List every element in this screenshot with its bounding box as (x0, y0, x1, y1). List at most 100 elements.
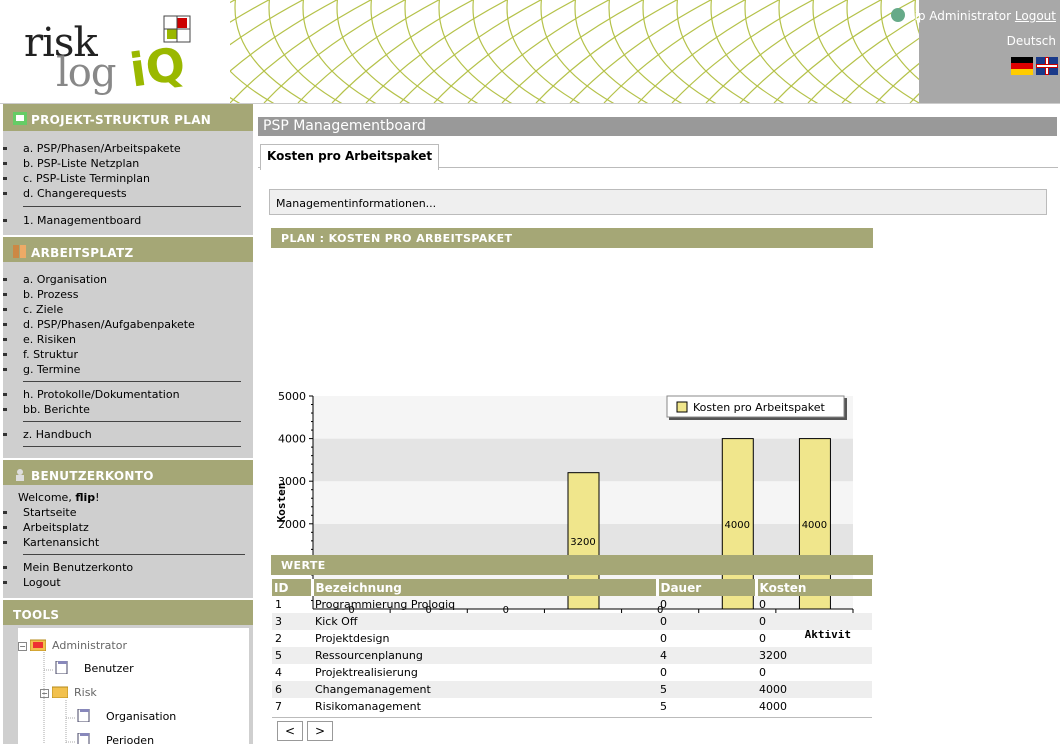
table-row[interactable]: 5 Ressourcenplanung 4 3200 (272, 647, 872, 664)
sidebar-item-managementboard[interactable]: 1. Managementboard (3, 213, 253, 228)
sidebar-item-terminplan[interactable]: c. PSP-Liste Terminplan (3, 171, 253, 186)
table-row[interactable]: 1 Programmierung Prologiq 0 0 (272, 596, 872, 613)
cell-dauer: 4 (657, 647, 756, 664)
cell-kosten: 4000 (756, 681, 872, 698)
divider (23, 554, 245, 555)
sidebar-item-struktur[interactable]: f. Struktur (3, 347, 253, 362)
sidebar-item-berichte[interactable]: bb. Berichte (3, 402, 253, 417)
cell-bezeichnung: Changemanagement (312, 681, 657, 698)
sidebar-item-risiken[interactable]: e. Risiken (3, 332, 253, 347)
sidebar-item-termine[interactable]: g. Termine (3, 362, 253, 377)
werte-panel-header: WERTE (271, 555, 873, 575)
cell-dauer: 0 (660, 632, 667, 645)
user-box: flip Administrator Logout Deutsch (890, 0, 1060, 103)
cell-bezeichnung: Programmierung Prologiq (315, 598, 456, 611)
flag-de-icon[interactable] (1011, 57, 1033, 75)
chart-y-tick-label: 4000 (278, 433, 306, 446)
section-arbeitsplatz-header[interactable]: ARBEITSPLATZ (3, 235, 253, 262)
flag-en-icon[interactable] (1036, 57, 1058, 75)
tools-tree: − Administrator Benutzer − Risk Organisati… (18, 628, 249, 744)
header-grid-art (230, 0, 920, 103)
cell-id: 5 (272, 647, 312, 664)
cell-dauer: 5 (657, 681, 756, 698)
next-page-button[interactable]: > (307, 721, 333, 741)
risklogiq-logo[interactable]: risk log iQ (22, 14, 222, 98)
page-title: PSP Managementboard (258, 117, 1057, 136)
legend-swatch (676, 401, 688, 413)
chart-y-tick-label: 5000 (278, 390, 306, 403)
sidebar-item-handbuch[interactable]: z. Handbuch (3, 427, 253, 442)
chart-data-label: 4000 (725, 520, 750, 531)
sidebar-item-ziele[interactable]: c. Ziele (3, 302, 253, 317)
legend-label: Kosten pro Arbeitspaket (693, 401, 826, 414)
sidebar-item-prozess[interactable]: b. Prozess (3, 287, 253, 302)
chart-data-label: 4000 (802, 520, 827, 531)
user-line: flip Administrator Logout (890, 8, 1056, 23)
cell-id: 2 (275, 632, 282, 645)
divider (23, 446, 241, 447)
cell-id: 6 (272, 681, 312, 698)
cell-bezeichnung: Kick Off (312, 613, 657, 630)
table-row[interactable]: 7 Risikomanagement 5 4000 (272, 698, 872, 715)
cell-id: 4 (275, 666, 282, 679)
cell-dauer: 0 (660, 598, 667, 611)
col-bezeichnung: Bezeichnung (312, 579, 659, 596)
werte-table: ID Bezeichnung Dauer Kosten 1 Programmier… (272, 579, 872, 715)
sidebar-item-mein-benutzerkonto[interactable]: Mein Benutzerkonto (3, 560, 253, 575)
book-icon (13, 245, 26, 258)
plan-panel-header: PLAN : KOSTEN PRO ARBEITSPAKET (271, 228, 873, 248)
cell-id: 7 (275, 700, 282, 713)
section-psp-header[interactable]: PROJEKT-STRUKTUR PLAN (3, 104, 253, 131)
main-content: PSP Managementboard Kosten pro Arbeitspa… (258, 104, 1060, 744)
sidebar-item-organisation[interactable]: a. Organisation (3, 272, 253, 287)
sidebar-item-netzplan[interactable]: b. PSP-Liste Netzplan (3, 156, 253, 171)
sidebar-item-changerequests[interactable]: d. Changerequests (3, 186, 253, 201)
table-row[interactable]: 2 Projektdesign 0 0 (272, 630, 872, 647)
cell-kosten: 3200 (756, 647, 872, 664)
sidebar-item-logout[interactable]: Logout (3, 575, 253, 590)
cell-kosten: 0 (759, 632, 766, 645)
divider (23, 381, 241, 382)
prev-page-button[interactable]: < (277, 721, 303, 741)
col-kosten: Kosten (756, 579, 872, 596)
sidebar-item-protokolle[interactable]: h. Protokolle/Dokumentation (3, 387, 253, 402)
sidebar-item-aufgabenpakete[interactable]: d. PSP/Phasen/Aufgabenpakete (3, 317, 253, 332)
cell-bezeichnung: Risikomanagement (315, 700, 421, 713)
info-bar[interactable]: Managementinformationen... (269, 189, 1047, 215)
tree-lines (43, 652, 76, 744)
divider (23, 421, 241, 422)
user-gear-icon (890, 8, 905, 22)
cell-id: 1 (275, 598, 282, 611)
cell-kosten: 0 (756, 613, 872, 630)
sidebar-item-psp-phasen[interactable]: a. PSP/Phasen/Arbeitspakete (3, 141, 253, 156)
sidebar-item-arbeitsplatz[interactable]: Arbeitsplatz (3, 520, 253, 535)
welcome-text: Welcome, flip! (18, 491, 100, 504)
psp-icon (13, 112, 27, 125)
table-row[interactable]: 3 Kick Off 0 0 (272, 613, 872, 630)
col-id: ID (272, 579, 314, 596)
tab-kosten-pro-arbeitspaket[interactable]: Kosten pro Arbeitspaket (260, 144, 440, 170)
table-row[interactable]: 4 Projektrealisierung 0 0 (272, 664, 872, 681)
cell-dauer: 0 (660, 666, 667, 679)
table-row[interactable]: 6 Changemanagement 5 4000 (272, 681, 872, 698)
sidebar-item-startseite[interactable]: Startseite (3, 505, 253, 520)
cell-kosten: 0 (759, 598, 766, 611)
cell-bezeichnung: Projektdesign (315, 632, 390, 645)
header: risk log iQ flip Administrator Logout De… (0, 0, 1060, 104)
user-name: flip Administrator (906, 9, 1012, 23)
sidebar: PROJEKT-STRUKTUR PLAN a. PSP/Phasen/Arbe… (3, 104, 253, 744)
chart-legend: Kosten pro Arbeitspaket (666, 395, 847, 420)
sidebar-item-kartenansicht[interactable]: Kartenansicht (3, 535, 253, 550)
cell-kosten: 4000 (759, 700, 787, 713)
chart-y-label: Kosten (275, 483, 288, 523)
section-tools-header[interactable]: TOOLS (3, 598, 253, 625)
logo-grid-icon (163, 15, 191, 43)
logout-link[interactable]: Logout (1015, 9, 1056, 23)
language-link[interactable]: Deutsch (1007, 34, 1056, 48)
user-icon (16, 469, 24, 481)
section-benutzerkonto-header[interactable]: BENUTZERKONTO (3, 458, 253, 485)
cell-kosten: 0 (759, 666, 766, 679)
cell-dauer: 5 (660, 700, 667, 713)
cell-dauer: 0 (657, 613, 756, 630)
cell-id: 3 (272, 613, 312, 630)
